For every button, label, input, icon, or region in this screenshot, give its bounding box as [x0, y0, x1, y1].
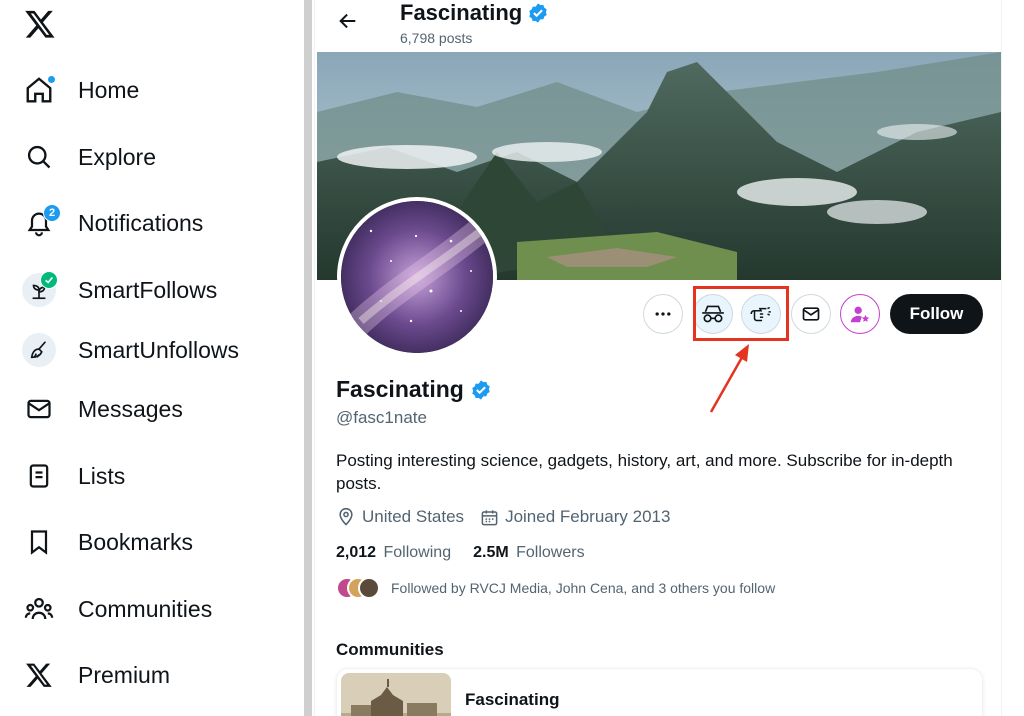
bookmark-icon: [22, 525, 56, 559]
sidebar-item-label: Messages: [78, 395, 183, 422]
location-text: United States: [362, 507, 465, 526]
join-date: Joined February 2013: [480, 507, 670, 527]
header-name: Fascinating: [400, 0, 523, 25]
sidebar-item-label: Bookmarks: [78, 528, 194, 555]
followers-label: Followers: [516, 544, 585, 561]
x-logo-icon[interactable]: [24, 8, 58, 42]
communities-heading: Communities: [336, 640, 444, 659]
profile-handle: @fasc1nate: [336, 408, 427, 427]
more-icon: [655, 312, 671, 316]
back-arrow-icon[interactable]: [335, 8, 361, 34]
sidebar-item-notifications[interactable]: 2 Notifications: [22, 203, 203, 243]
search-icon: [22, 140, 56, 174]
join-date-text: Joined February 2013: [505, 507, 671, 526]
resize-divider[interactable]: [304, 0, 312, 716]
sidebar-item-label: SmartFollows: [78, 276, 218, 303]
check-icon: [40, 271, 58, 289]
sidebar-item-label: Explore: [78, 143, 156, 170]
community-card[interactable]: Fascinating: [336, 668, 983, 716]
people-icon: [22, 592, 56, 626]
more-options-button[interactable]: [643, 294, 683, 334]
annotation-arrow: [709, 344, 749, 413]
sidebar-item-messages[interactable]: Messages: [22, 389, 183, 429]
calendar-icon: [481, 509, 498, 525]
location-pin-icon: [339, 507, 353, 526]
mail-icon: [22, 392, 56, 426]
subscribe-button[interactable]: [840, 294, 880, 334]
sidebar-item-smartunfollows[interactable]: SmartUnfollows: [22, 330, 239, 370]
profile-stats: 2,012 Following 2.5M Followers: [336, 544, 607, 562]
sidebar-item-premium[interactable]: Premium: [22, 655, 170, 695]
sidebar-item-label: Lists: [78, 462, 126, 489]
followers-link[interactable]: 2.5M Followers: [473, 544, 585, 562]
avatar: [358, 577, 380, 599]
person-star-icon: [850, 306, 870, 323]
sidebar-item-explore[interactable]: Explore: [22, 137, 156, 177]
sidebar-item-label: Premium: [78, 661, 171, 688]
following-count: 2,012: [336, 544, 377, 561]
highlight-box: [693, 286, 789, 341]
sidebar-item-label: Home: [78, 76, 140, 103]
profile-actions: Follow: [317, 294, 1001, 336]
sidebar-item-bookmarks[interactable]: Bookmarks: [22, 522, 193, 562]
sidebar-item-label: Communities: [78, 595, 213, 622]
verified-badge-icon: [529, 3, 547, 23]
sprout-icon: [22, 271, 58, 307]
sidebar: Home Explore 2 Notifications SmartFollow…: [0, 0, 304, 716]
post-count: 6,798 posts: [400, 30, 473, 46]
profile-bio: Posting interesting science, gadgets, hi…: [336, 451, 953, 493]
profile-name: Fascinating: [336, 376, 492, 403]
following-link[interactable]: 2,012 Following: [336, 544, 451, 562]
broom-icon: [22, 333, 56, 367]
location: United States: [336, 507, 464, 527]
home-icon: [22, 73, 56, 107]
unread-dot: [47, 75, 56, 84]
sidebar-item-label: SmartUnfollows: [78, 336, 240, 363]
verified-badge-icon: [472, 379, 490, 400]
sidebar-item-lists[interactable]: Lists: [22, 456, 125, 496]
header-title: Fascinating: [400, 0, 549, 26]
follow-button[interactable]: Follow: [890, 294, 983, 334]
profile-meta: United States Joined February 2013: [336, 507, 686, 527]
bell-icon: 2: [22, 204, 61, 240]
community-name: Fascinating: [465, 690, 560, 709]
sidebar-item-smartfollows[interactable]: SmartFollows: [22, 270, 217, 310]
mutual-avatars: [336, 577, 380, 599]
profile-column: Fascinating 6,798 posts Follow Fascinati…: [317, 0, 1001, 716]
message-button[interactable]: [791, 294, 831, 334]
x-logo-icon: [22, 658, 56, 692]
display-name: Fascinating: [336, 376, 464, 402]
sidebar-item-home[interactable]: Home: [22, 70, 139, 110]
followed-by-text: Followed by RVCJ Media, John Cena, and 3…: [391, 580, 776, 596]
list-icon: [22, 459, 56, 493]
column-border: [1001, 0, 1002, 716]
following-label: Following: [383, 544, 452, 561]
mail-icon: [802, 307, 820, 321]
column-border: [314, 0, 315, 716]
followed-by-link[interactable]: Followed by RVCJ Media, John Cena, and 3…: [336, 577, 775, 599]
sidebar-item-communities[interactable]: Communities: [22, 589, 212, 629]
followers-count: 2.5M: [473, 544, 509, 561]
community-thumbnail: [341, 673, 451, 716]
notification-count-badge: 2: [43, 204, 61, 222]
sidebar-item-label: Notifications: [78, 209, 204, 236]
